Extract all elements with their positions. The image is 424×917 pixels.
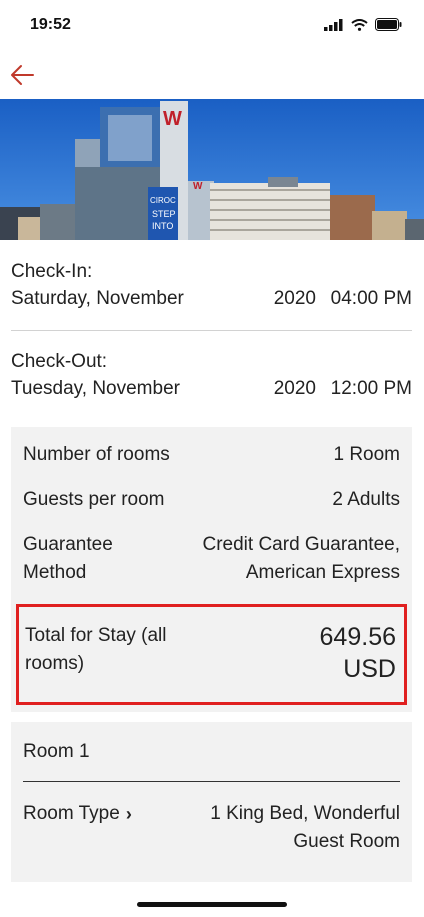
svg-text:INTO: INTO — [152, 221, 173, 231]
booking-details-panel: Number of rooms 1 Room Guests per room 2… — [11, 427, 412, 712]
room-type-label: Room Type — [23, 803, 120, 824]
chevron-right-icon: › — [125, 804, 132, 824]
wifi-icon — [351, 18, 368, 31]
room-type-value-line1: 1 King Bed, Wonderful — [210, 803, 400, 824]
svg-text:W: W — [163, 108, 182, 130]
rooms-label: Number of rooms — [23, 444, 170, 465]
guests-label: Guests per room — [23, 489, 165, 510]
room-type-value-line2: Guest Room — [293, 831, 400, 852]
status-bar: 19:52 — [0, 0, 424, 52]
check-out-datetime: Tuesday, November 2020 12:00 PM — [11, 375, 412, 403]
check-out-label: Check-Out: — [11, 351, 108, 372]
hotel-building-photo: W CIROC STEP INTO W — [0, 99, 424, 240]
svg-text:W: W — [193, 181, 203, 192]
check-out-day: Tuesday, November — [11, 378, 180, 399]
total-value: 649.56 USD — [320, 621, 396, 685]
room-type-value: 1 King Bed, Wonderful Guest Room — [210, 800, 400, 856]
status-icons — [324, 18, 402, 31]
cellular-signal-icon — [324, 18, 343, 31]
check-in-datetime: Saturday, November 2020 04:00 PM — [11, 285, 412, 313]
hotel-image: W CIROC STEP INTO W — [0, 99, 424, 240]
guarantee-value: Credit Card Guarantee, American Express — [203, 531, 401, 587]
svg-text:CIROC: CIROC — [150, 196, 176, 205]
room-panel: Room 1 Room Type › 1 King Bed, Wonderful… — [11, 722, 412, 882]
arrow-left-icon — [11, 65, 34, 85]
guests-value: 2 Adults — [332, 489, 400, 510]
check-in-year: 2020 — [273, 288, 316, 309]
guarantee-row: Guarantee Method Credit Card Guarantee, … — [23, 531, 400, 587]
check-in-section: Check-In: Saturday, November 2020 04:00 … — [11, 259, 412, 313]
status-time: 19:52 — [30, 16, 71, 33]
check-out-section: Check-Out: Tuesday, November 2020 12:00 … — [11, 349, 412, 403]
check-in-time: 04:00 PM — [330, 288, 412, 309]
guarantee-value-line2: American Express — [245, 562, 400, 583]
guarantee-value-line1: Credit Card Guarantee, — [202, 534, 401, 555]
check-in-day: Saturday, November — [11, 288, 184, 309]
rooms-value: 1 Room — [333, 444, 400, 465]
guarantee-label-line1: Guarantee — [23, 534, 113, 555]
check-out-time: 12:00 PM — [330, 378, 412, 399]
check-out-year: 2020 — [273, 378, 316, 399]
svg-text:STEP: STEP — [152, 209, 176, 219]
total-label-line2: rooms) — [25, 653, 85, 674]
divider — [11, 330, 412, 331]
room-title: Room 1 — [23, 741, 90, 762]
room-type-toggle[interactable]: Room Type › — [23, 800, 132, 828]
back-button[interactable] — [8, 60, 38, 90]
total-highlight-box: Total for Stay (all rooms) 649.56 USD — [16, 604, 407, 705]
total-label: Total for Stay (all rooms) — [25, 622, 205, 678]
total-amount: 649.56 — [319, 623, 396, 651]
battery-icon — [375, 18, 402, 31]
home-indicator[interactable] — [137, 902, 287, 907]
guarantee-label: Guarantee Method — [23, 531, 113, 587]
guarantee-label-line2: Method — [23, 562, 87, 583]
total-currency: USD — [343, 655, 396, 683]
check-in-label: Check-In: — [11, 261, 93, 282]
total-label-line1: Total for Stay (all — [25, 625, 167, 646]
room-divider — [23, 781, 400, 782]
